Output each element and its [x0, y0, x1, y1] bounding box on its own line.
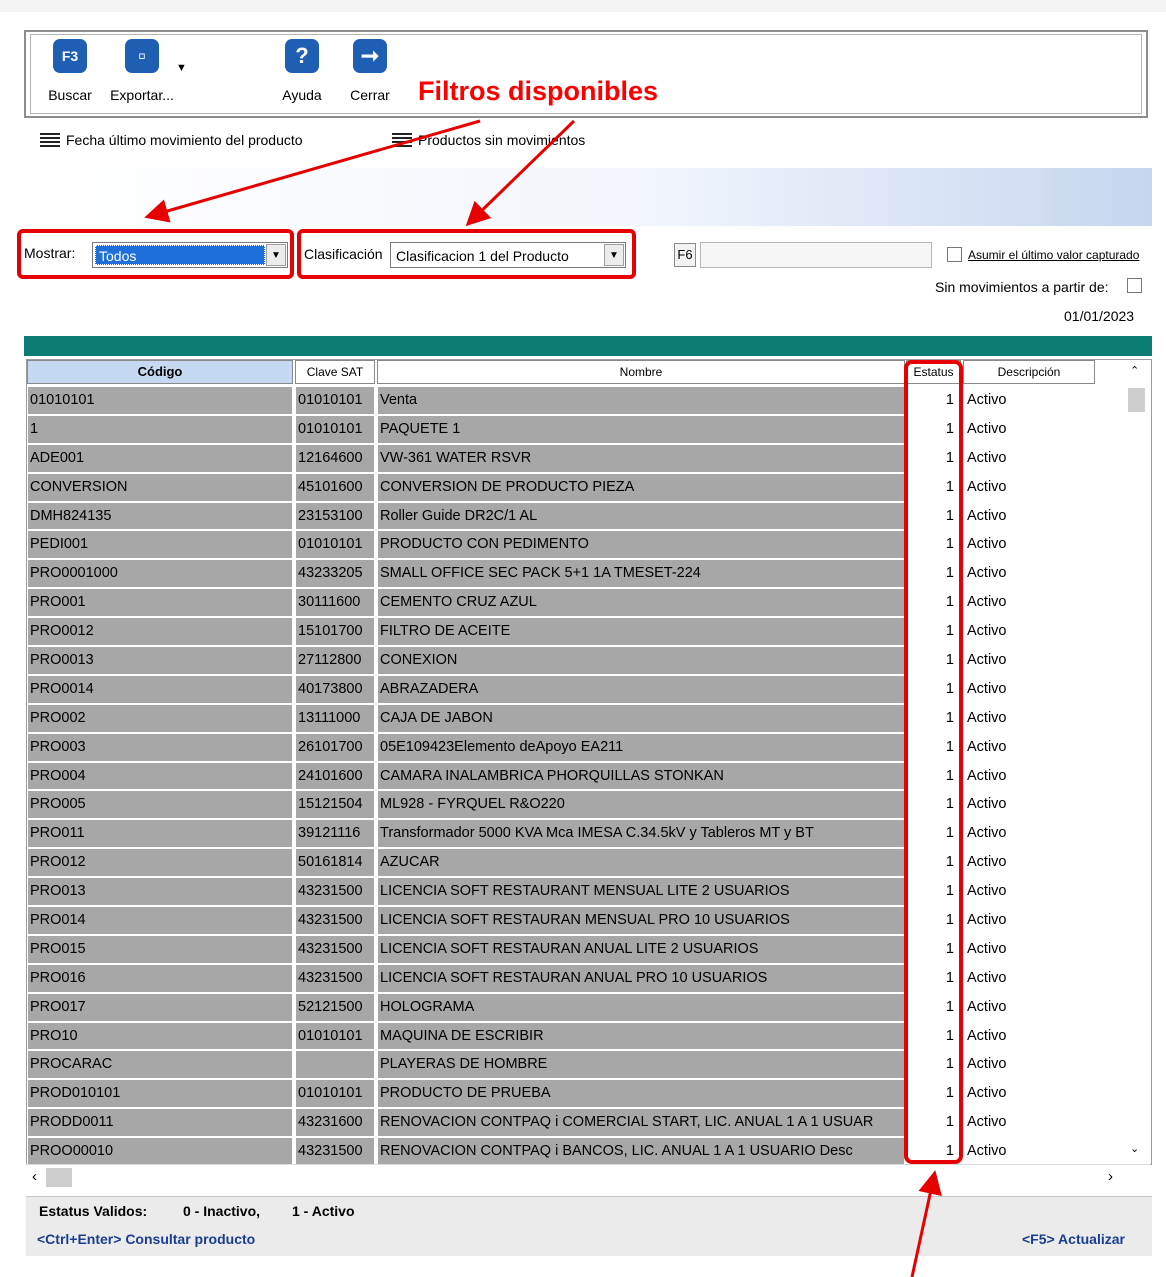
arrow-to-estatus: [910, 1170, 942, 1277]
arrow-to-clasificacion: [465, 119, 576, 227]
arrow-to-mostrar: [144, 119, 481, 223]
annotation-arrows: [144, 119, 942, 1277]
